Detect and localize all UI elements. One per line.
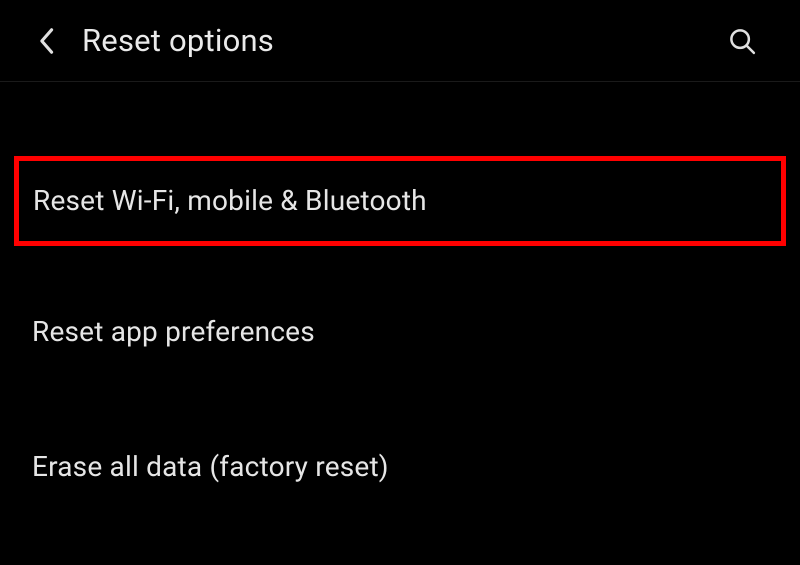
search-button[interactable] xyxy=(720,19,764,63)
option-reset-app-preferences[interactable]: Reset app preferences xyxy=(14,288,786,376)
option-reset-wifi-mobile-bluetooth[interactable]: Reset Wi-Fi, mobile & Bluetooth xyxy=(14,156,786,246)
content-area: Reset Wi-Fi, mobile & Bluetooth Reset ap… xyxy=(0,82,800,511)
chevron-left-icon xyxy=(37,27,55,55)
search-icon xyxy=(727,26,757,56)
back-button[interactable] xyxy=(28,23,64,59)
header: Reset options xyxy=(0,0,800,82)
option-erase-all-data[interactable]: Erase all data (factory reset) xyxy=(14,423,786,511)
page-title: Reset options xyxy=(82,22,720,59)
